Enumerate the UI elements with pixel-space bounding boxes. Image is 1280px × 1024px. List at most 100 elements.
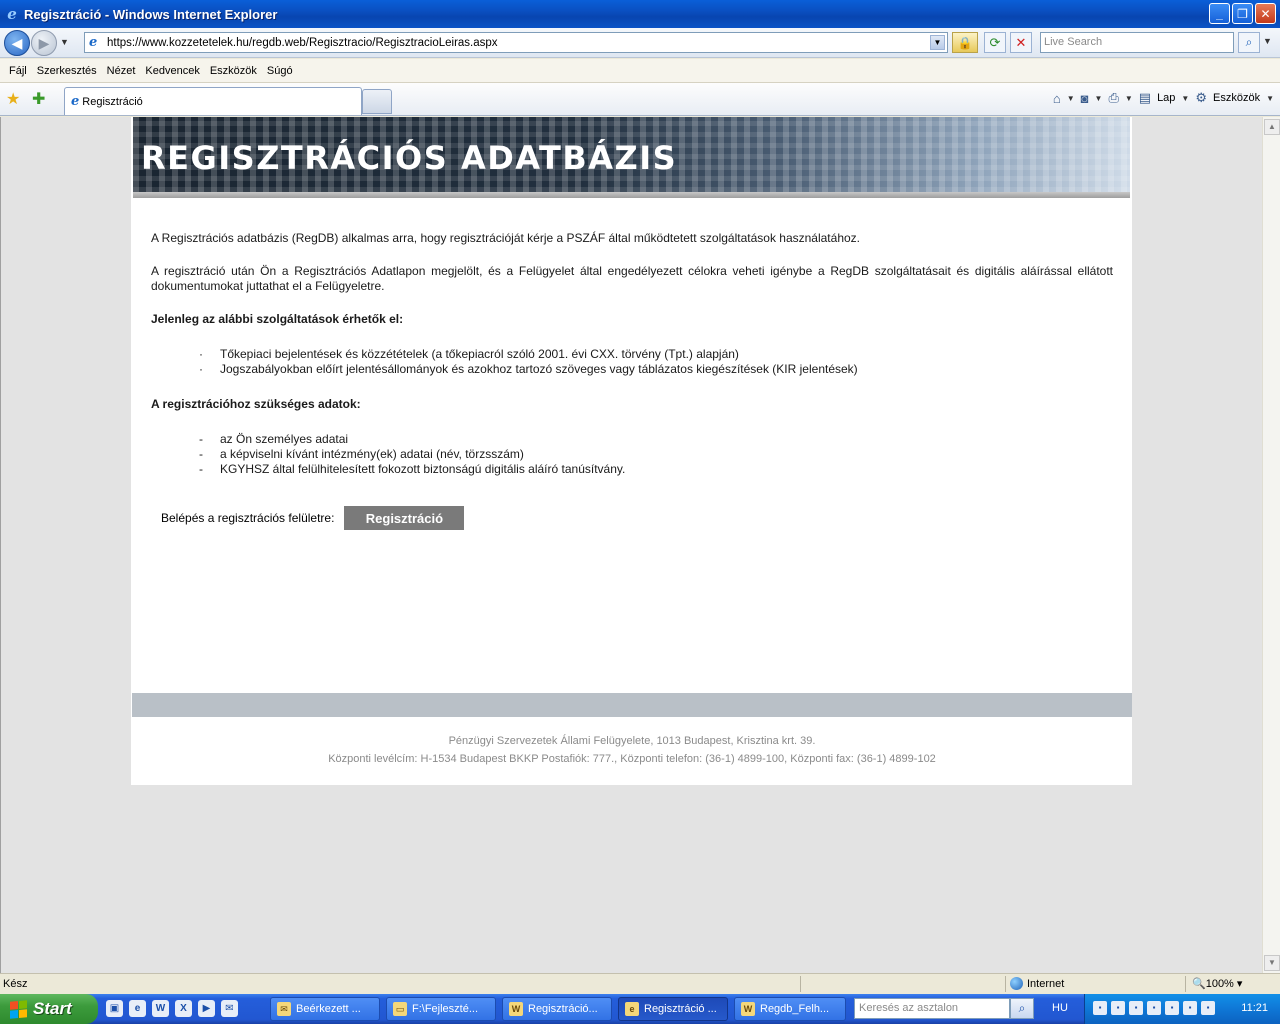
address-bar[interactable]: e https://www.kozzetetelek.hu/regdb.web/…: [84, 32, 948, 53]
history-dropdown-icon[interactable]: ▼: [60, 37, 69, 47]
home-icon[interactable]: ⌂: [1053, 91, 1061, 106]
add-favorite-icon[interactable]: ✚: [32, 89, 45, 109]
home-dropdown-icon[interactable]: ▼: [1067, 94, 1075, 103]
desktop-search-button[interactable]: ⌕: [1010, 998, 1034, 1019]
tray-icon[interactable]: ▪: [1093, 1001, 1107, 1015]
tray-icon[interactable]: ▪: [1147, 1001, 1161, 1015]
menu-bar: Fájl Szerkesztés Nézet Kedvencek Eszközö…: [0, 59, 1280, 83]
tab-regisztracio[interactable]: e Regisztráció: [64, 87, 362, 115]
url-text[interactable]: https://www.kozzetetelek.hu/regdb.web/Re…: [107, 37, 498, 49]
word-quicklaunch-icon[interactable]: W: [152, 1000, 169, 1017]
page-viewport: REGISZTRÁCIÓS ADATBÁZIS A Regisztrációs …: [0, 117, 1262, 973]
quick-launch: ▣ e W X ▶ ✉: [106, 1000, 238, 1017]
scroll-up-icon[interactable]: ▲: [1264, 119, 1280, 135]
tools-dropdown-icon[interactable]: ▼: [1266, 94, 1274, 103]
window-titlebar[interactable]: e Regisztráció - Windows Internet Explor…: [0, 0, 1280, 28]
tools-menu-label[interactable]: Eszközök: [1213, 92, 1260, 104]
tools-gear-icon: ⚙: [1195, 90, 1207, 105]
menu-edit[interactable]: Szerkesztés: [32, 65, 102, 77]
feeds-dropdown-icon[interactable]: ▼: [1095, 94, 1103, 103]
clock[interactable]: 11:21: [1241, 1002, 1268, 1014]
taskbar-item-regisztracio-doc[interactable]: W Regisztráció...: [502, 997, 612, 1021]
register-button[interactable]: Regisztráció: [344, 506, 465, 530]
search-options-icon[interactable]: ▼: [1263, 36, 1272, 46]
page-dropdown-icon[interactable]: ▼: [1181, 94, 1189, 103]
services-heading: Jelenleg az alábbi szolgáltatások érhető…: [151, 312, 404, 326]
new-tab-button[interactable]: [362, 89, 392, 114]
intro-paragraph-1: A Regisztrációs adatbázis (RegDB) alkalm…: [151, 231, 860, 245]
menu-help[interactable]: Súgó: [262, 65, 298, 77]
list-item: KGYHSZ által felülhitelesített fokozott …: [199, 462, 1113, 477]
list-item: a képviselni kívánt intézmény(ek) adatai…: [199, 447, 1113, 462]
restore-button[interactable]: ❐: [1232, 3, 1253, 24]
media-quicklaunch-icon[interactable]: ▶: [198, 1000, 215, 1017]
status-divider: [1005, 976, 1006, 992]
required-data-list: az Ön személyes adatai a képviselni kívá…: [199, 432, 1113, 477]
favorites-star-icon[interactable]: ★: [6, 89, 20, 109]
search-button[interactable]: ⌕: [1238, 32, 1260, 53]
stop-button[interactable]: ✕: [1010, 32, 1032, 53]
start-button[interactable]: Start: [0, 994, 98, 1024]
page-menu-icon: ▤: [1138, 90, 1152, 105]
folder-icon: ▭: [393, 1002, 407, 1016]
main-content: A Regisztrációs adatbázis (RegDB) alkalm…: [151, 231, 1113, 497]
taskbar-item-regdb-doc[interactable]: W Regdb_Felh...: [734, 997, 846, 1021]
word-icon: W: [741, 1002, 755, 1016]
tray-icon[interactable]: ▪: [1129, 1001, 1143, 1015]
taskbar-item-label: Beérkezett ...: [296, 1003, 361, 1015]
language-indicator[interactable]: HU: [1052, 1002, 1068, 1014]
footer-address: Pénzügyi Szervezetek Állami Felügyelete,…: [448, 735, 816, 747]
menu-favorites[interactable]: Kedvencek: [140, 65, 204, 77]
address-dropdown-icon[interactable]: ▼: [930, 35, 945, 50]
ie-quicklaunch-icon[interactable]: e: [129, 1000, 146, 1017]
page-icon: e: [89, 34, 98, 50]
refresh-button[interactable]: ⟳: [984, 32, 1006, 53]
menu-tools[interactable]: Eszközök: [205, 65, 262, 77]
back-button[interactable]: ◀: [4, 30, 30, 56]
taskbar-item-regisztracio-ie[interactable]: e Regisztráció ...: [618, 997, 728, 1021]
services-list: Tőkepiaci bejelentések és közzétételek (…: [199, 347, 1113, 377]
tray-icon[interactable]: ▪: [1183, 1001, 1197, 1015]
vertical-scrollbar[interactable]: ▲ ▼: [1262, 117, 1280, 973]
required-data-heading: A regisztrációhoz szükséges adatok:: [151, 397, 361, 411]
menu-view[interactable]: Nézet: [102, 65, 141, 77]
zoom-level[interactable]: 🔍100% ▾: [1192, 977, 1242, 990]
tray-icon[interactable]: ▪: [1111, 1001, 1125, 1015]
scroll-down-icon[interactable]: ▼: [1264, 955, 1280, 971]
tray-icon[interactable]: ▪: [1201, 1001, 1215, 1015]
security-lock-icon[interactable]: 🔒: [952, 32, 978, 53]
desktop-search-input[interactable]: Keresés az asztalon: [854, 998, 1010, 1019]
start-label: Start: [33, 999, 72, 1018]
print-dropdown-icon[interactable]: ▼: [1125, 94, 1133, 103]
page-menu-label[interactable]: Lap: [1157, 92, 1175, 104]
close-button[interactable]: ✕: [1255, 3, 1276, 24]
minimize-button[interactable]: _: [1209, 3, 1230, 24]
document-icon: W: [509, 1002, 523, 1016]
taskbar-item-label: Regdb_Felh...: [760, 1003, 830, 1015]
ie-logo-icon: e: [7, 5, 17, 23]
window-controls: _ ❐ ✕: [1209, 3, 1276, 24]
header-banner: REGISZTRÁCIÓS ADATBÁZIS: [133, 117, 1130, 192]
taskbar-item-folder[interactable]: ▭ F:\Fejleszté...: [386, 997, 496, 1021]
status-divider: [1185, 976, 1186, 992]
menu-file[interactable]: Fájl: [4, 65, 32, 77]
list-item: az Ön személyes adatai: [199, 432, 1113, 447]
zone-label: Internet: [1027, 977, 1065, 990]
feeds-icon[interactable]: ◙: [1081, 91, 1089, 106]
print-icon[interactable]: ⎙: [1108, 90, 1118, 106]
tray-icons: ▪ ▪ ▪ ▪ ▪ ▪ ▪: [1093, 1001, 1215, 1015]
banner-divider: [133, 192, 1130, 198]
outlook-quicklaunch-icon[interactable]: ✉: [221, 1000, 238, 1017]
show-desktop-icon[interactable]: ▣: [106, 1000, 123, 1017]
command-bar: ⌂ ▼ ◙ ▼ ⎙ ▼ ▤ Lap ▼ ⚙ Eszközök ▼: [1053, 90, 1274, 106]
system-tray: ▪ ▪ ▪ ▪ ▪ ▪ ▪ 11:21: [1084, 994, 1280, 1024]
tray-icon[interactable]: ▪: [1165, 1001, 1179, 1015]
status-bar: Kész Internet 🔍100% ▾: [0, 973, 1280, 994]
security-zone[interactable]: Internet: [1010, 977, 1064, 990]
ie-icon: e: [625, 1002, 639, 1016]
list-item: Tőkepiaci bejelentések és közzétételek (…: [199, 347, 1113, 362]
taskbar-item-outlook[interactable]: ✉ Beérkezett ...: [270, 997, 380, 1021]
search-input[interactable]: Live Search: [1040, 32, 1234, 53]
excel-quicklaunch-icon[interactable]: X: [175, 1000, 192, 1017]
forward-button[interactable]: ▶: [31, 30, 57, 56]
